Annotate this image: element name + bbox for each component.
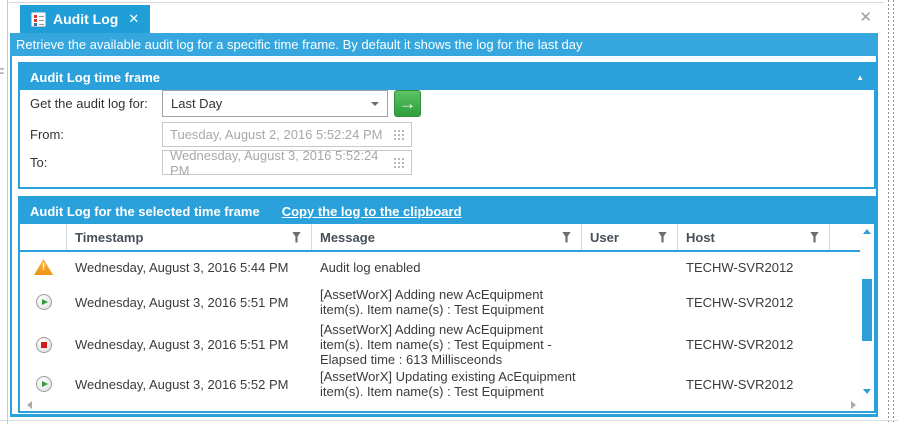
cell-host: TECHW-SVR2012 [678,377,830,392]
period-selected-value: Last Day [171,96,222,111]
cell-timestamp: Wednesday, August 3, 2016 5:51 PM [67,337,312,352]
column-header-host[interactable]: Host [678,224,830,250]
cell-message: [AssetWorX] Adding new AcEquipment item(… [312,287,582,317]
filter-icon[interactable] [658,232,667,243]
filter-icon[interactable] [562,232,571,243]
to-date-value: Wednesday, August 3, 2016 5:52:24 PM [170,148,394,178]
table-row[interactable]: Wednesday, August 3, 2016 5:52 PM [Asset… [20,367,874,401]
tab-audit-log[interactable]: Audit Log ✕ [20,5,150,33]
right-arrow-icon: → [399,94,416,114]
cell-timestamp: Wednesday, August 3, 2016 5:51 PM [67,295,312,310]
period-select[interactable]: Last Day [162,90,388,117]
filter-icon[interactable] [292,232,301,243]
log-table-header-row: Timestamp Message User Host [20,224,874,252]
scroll-down-icon[interactable] [863,389,871,394]
table-row[interactable]: Wednesday, August 3, 2016 5:44 PM Audit … [20,252,874,282]
cell-message: [AssetWorX] Updating existing AcEquipmen… [312,369,582,399]
from-date-field[interactable]: Tuesday, August 2, 2016 5:52:24 PM [162,122,412,147]
cell-timestamp: Wednesday, August 3, 2016 5:52 PM [67,377,312,392]
get-log-button[interactable]: → [394,90,421,117]
copy-log-link[interactable]: Copy the log to the clipboard [282,204,462,219]
tab-close-icon[interactable]: ✕ [128,11,139,27]
from-label: From: [30,127,64,142]
log-table-body: Wednesday, August 3, 2016 5:44 PM Audit … [20,252,874,401]
log-panel: Audit Log for the selected time frame Co… [18,196,876,413]
scroll-up-icon[interactable] [863,229,871,234]
audit-log-icon [31,12,46,27]
period-label: Get the audit log for: [30,96,148,111]
play-icon [36,376,52,392]
vertical-scrollbar[interactable] [860,224,874,399]
tab-title: Audit Log [53,11,118,27]
collapse-arrow-icon[interactable]: ▲ [856,73,864,82]
cell-host: TECHW-SVR2012 [678,260,830,275]
cell-message: [AssetWorX] Adding new AcEquipment item(… [312,322,582,367]
time-frame-panel-title: Audit Log time frame [30,70,160,85]
left-edge-divider [7,0,8,424]
column-label: Message [320,230,375,245]
window-close-icon[interactable]: ✕ [859,8,872,26]
log-table: Timestamp Message User Host [20,224,874,411]
from-date-value: Tuesday, August 2, 2016 5:52:24 PM [170,127,382,142]
bottom-divider [0,420,898,421]
column-header-icon[interactable] [20,224,67,250]
column-label: Host [686,230,715,245]
cell-host: TECHW-SVR2012 [678,337,830,352]
filter-icon[interactable] [810,232,819,243]
time-frame-panel-header: Audit Log time frame ▲ [20,64,874,90]
to-label: To: [30,155,47,170]
date-picker-icon[interactable] [394,130,404,140]
log-panel-header: Audit Log for the selected time frame Co… [20,198,874,224]
horizontal-scrollbar[interactable] [20,399,860,411]
date-picker-icon[interactable] [394,158,404,168]
table-row[interactable]: Wednesday, August 3, 2016 5:51 PM [Asset… [20,282,874,322]
cell-host: TECHW-SVR2012 [678,295,830,310]
to-date-field[interactable]: Wednesday, August 3, 2016 5:52:24 PM [162,150,412,175]
play-icon [36,294,52,310]
column-label: User [590,230,619,245]
vertical-scrollbar-thumb[interactable] [862,279,872,341]
stop-icon [36,337,52,353]
log-panel-title: Audit Log for the selected time frame [30,204,260,219]
column-header-message[interactable]: Message [312,224,582,250]
column-label: Timestamp [75,230,143,245]
audit-log-window: F Audit Log ✕ ✕ Retrieve the available a… [0,0,898,424]
scroll-left-icon[interactable] [27,401,32,409]
right-edge-splitter[interactable] [884,0,898,424]
top-divider [0,2,898,3]
column-header-user[interactable]: User [582,224,678,250]
table-row[interactable]: Wednesday, August 3, 2016 5:51 PM [Asset… [20,322,874,367]
column-header-timestamp[interactable]: Timestamp [67,224,312,250]
info-bar: Retrieve the available audit log for a s… [10,33,878,56]
scroll-right-icon[interactable] [851,401,856,409]
time-frame-panel: Audit Log time frame ▲ Get the audit log… [18,62,876,189]
cell-message: Audit log enabled [312,260,582,275]
left-edge-text-fragment: F [0,66,4,80]
warning-icon [34,259,53,275]
chevron-down-icon [371,102,379,106]
cell-timestamp: Wednesday, August 3, 2016 5:44 PM [67,260,312,275]
